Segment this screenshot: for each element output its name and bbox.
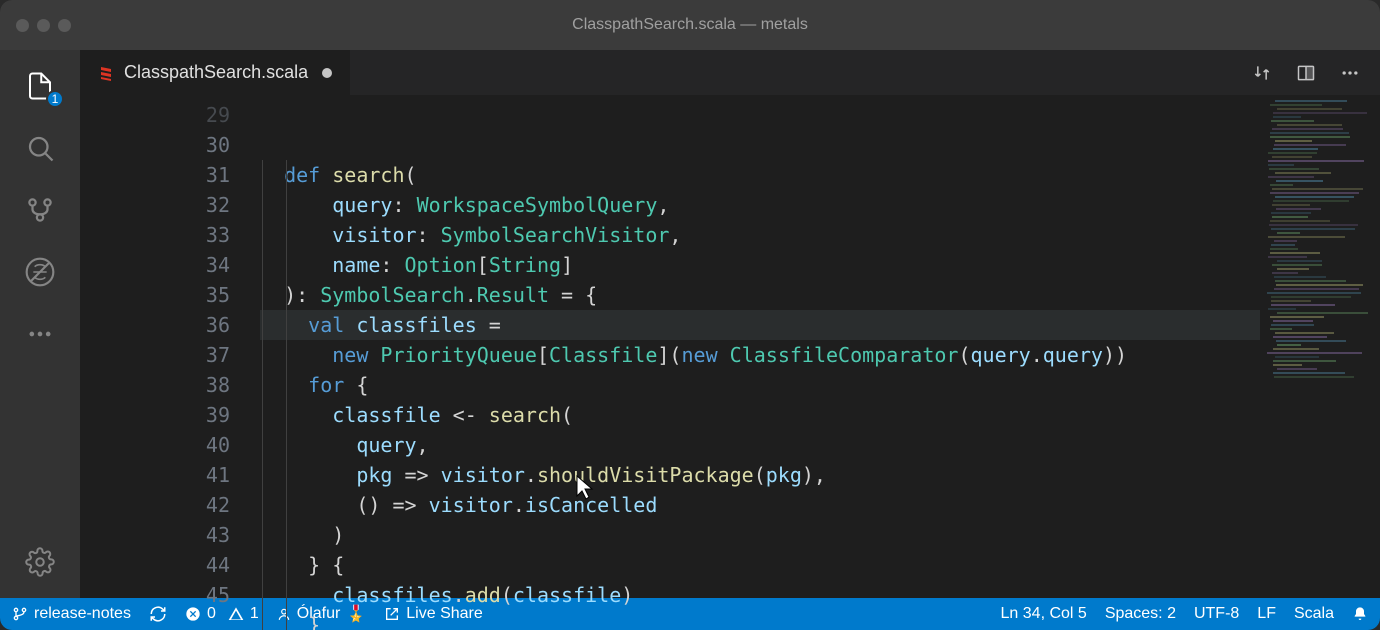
line-number: 44	[80, 550, 230, 580]
debug-disabled-icon[interactable]	[24, 256, 56, 288]
close-window-button[interactable]	[16, 19, 29, 32]
tab-filename: ClasspathSearch.scala	[124, 62, 308, 83]
line-number-gutter: 2930313233343536373839404142434445	[80, 96, 260, 598]
line-number: 33	[80, 220, 230, 250]
code-area[interactable]: def search( query: WorkspaceSymbolQuery,…	[260, 96, 1260, 598]
source-control-icon[interactable]	[24, 194, 56, 226]
minimize-window-button[interactable]	[37, 19, 50, 32]
line-number: 34	[80, 250, 230, 280]
editor-body[interactable]: 2930313233343536373839404142434445 def s…	[80, 96, 1380, 598]
line-number: 41	[80, 460, 230, 490]
line-number: 45	[80, 580, 230, 610]
code-line[interactable]: ): SymbolSearch.Result = {	[260, 280, 1260, 310]
minimap[interactable]	[1260, 96, 1380, 598]
code-line[interactable]: for {	[260, 370, 1260, 400]
code-line[interactable]: query: WorkspaceSymbolQuery,	[260, 190, 1260, 220]
code-line[interactable]: classfile <- search(	[260, 400, 1260, 430]
settings-gear-icon[interactable]	[24, 546, 56, 578]
more-actions-icon[interactable]	[1340, 63, 1360, 83]
line-number: 43	[80, 520, 230, 550]
tab-classpathsearch[interactable]: ClasspathSearch.scala	[80, 50, 351, 95]
code-line[interactable]: def search(	[260, 160, 1260, 190]
code-line[interactable]: )	[260, 520, 1260, 550]
status-language[interactable]: Scala	[1294, 605, 1334, 623]
activity-bar: 1	[0, 50, 80, 598]
traffic-lights	[16, 19, 71, 32]
line-number: 31	[80, 160, 230, 190]
titlebar: ClasspathSearch.scala — metals	[0, 0, 1380, 50]
code-line[interactable]: query,	[260, 430, 1260, 460]
code-line[interactable]: name: Option[String]	[260, 250, 1260, 280]
tab-dirty-indicator	[322, 68, 332, 78]
status-notifications-icon[interactable]	[1352, 606, 1368, 622]
split-editor-icon[interactable]	[1296, 63, 1316, 83]
code-line[interactable]: } {	[260, 550, 1260, 580]
code-line[interactable]: pkg => visitor.shouldVisitPackage(pkg),	[260, 460, 1260, 490]
tab-bar: ClasspathSearch.scala	[80, 50, 1380, 96]
line-number: 37	[80, 340, 230, 370]
code-line[interactable]: visitor: SymbolSearchVisitor,	[260, 220, 1260, 250]
line-number: 35	[80, 280, 230, 310]
line-number: 38	[80, 370, 230, 400]
line-number: 39	[80, 400, 230, 430]
code-line[interactable]: () => visitor.isCancelled	[260, 490, 1260, 520]
code-line[interactable]: new PriorityQueue[Classfile](new Classfi…	[260, 340, 1260, 370]
maximize-window-button[interactable]	[58, 19, 71, 32]
more-icon[interactable]	[24, 318, 56, 350]
line-number: 29	[80, 100, 230, 130]
line-number: 32	[80, 190, 230, 220]
line-number: 40	[80, 430, 230, 460]
explorer-icon[interactable]: 1	[24, 70, 56, 102]
code-line[interactable]: }	[260, 610, 1260, 630]
line-number: 30	[80, 130, 230, 160]
window-title: ClasspathSearch.scala — metals	[572, 16, 808, 34]
line-number: 42	[80, 490, 230, 520]
explorer-badge: 1	[46, 90, 64, 108]
status-warnings: 1	[250, 605, 259, 623]
status-eol[interactable]: LF	[1257, 605, 1276, 623]
compare-changes-icon[interactable]	[1252, 63, 1272, 83]
search-icon[interactable]	[24, 132, 56, 164]
code-line[interactable]: classfiles.add(classfile)	[260, 580, 1260, 610]
code-line[interactable]: val classfiles =	[260, 310, 1260, 340]
scala-file-icon	[98, 65, 114, 81]
line-number: 36	[80, 310, 230, 340]
